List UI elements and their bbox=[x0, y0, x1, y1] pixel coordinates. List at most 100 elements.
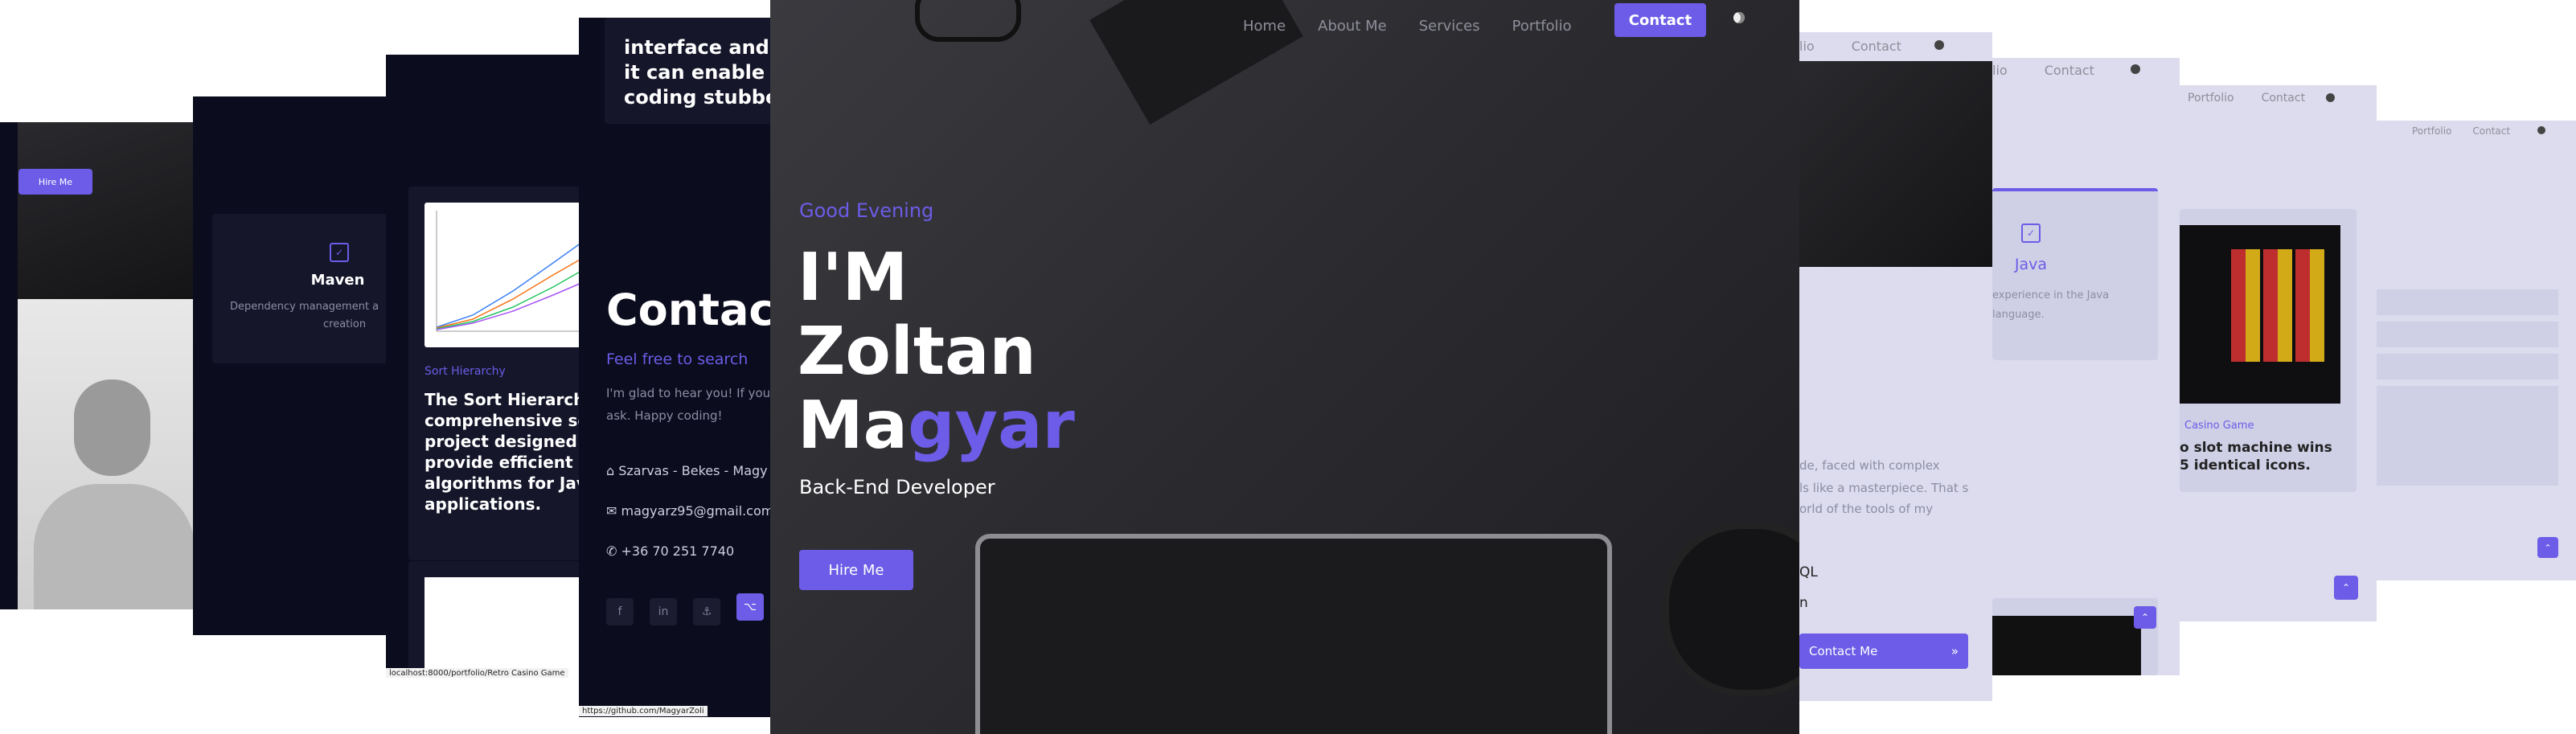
moon-icon[interactable] bbox=[2537, 126, 2545, 134]
email-row: ✉ magyarz95@gmail.com bbox=[606, 503, 772, 519]
project-thumbnail bbox=[425, 577, 583, 678]
phone-text[interactable]: +36 70 251 7740 bbox=[621, 543, 735, 559]
slot-machine-thumbnail bbox=[1992, 616, 2141, 675]
nav-contact[interactable]: Contact bbox=[2262, 92, 2305, 105]
skills-text-3: orld of the tools of my bbox=[1799, 502, 1934, 516]
facebook-icon[interactable]: f bbox=[606, 598, 634, 625]
link-icon[interactable]: ⚓ bbox=[693, 598, 720, 625]
check-badge-icon: ✓ bbox=[2021, 223, 2041, 243]
service-card: ✓ Maven Dependency management a creation bbox=[212, 214, 390, 363]
hire-me-button[interactable]: Hire Me bbox=[18, 169, 92, 195]
skill-card: ✓ Java experience in the Java language. bbox=[1992, 188, 2158, 360]
screenshot-about-photo: Hire Me bbox=[0, 122, 197, 609]
slot-machine-image bbox=[2180, 225, 2340, 404]
service-title: Maven bbox=[310, 272, 365, 289]
screenshot-skills: lio Contact de, faced with complex ls li… bbox=[1799, 32, 1992, 701]
contact-title: Contact bbox=[606, 285, 772, 335]
nav-services[interactable]: Services bbox=[1419, 18, 1480, 35]
skills-text-2: ls like a masterpiece. That s bbox=[1799, 481, 1969, 495]
moon-icon[interactable] bbox=[2131, 64, 2140, 74]
nav-links: Portfolio Contact bbox=[2412, 125, 2510, 137]
scroll-top-button[interactable]: ⌃ bbox=[2134, 606, 2156, 629]
line-chart-thumbnail bbox=[436, 211, 582, 332]
nav-contact[interactable]: Contact bbox=[2045, 63, 2094, 78]
project-category: Casino Game bbox=[2184, 420, 2254, 432]
skill-desc-2: language. bbox=[1992, 309, 2045, 321]
portfolio-card: Casino Game o slot machine wins 5 identi… bbox=[2180, 209, 2357, 492]
moon-icon[interactable] bbox=[2326, 93, 2335, 102]
nav-portfolio[interactable]: lio bbox=[1799, 39, 1815, 54]
moon-icon[interactable] bbox=[1733, 12, 1745, 23]
nav-links: Portfolio Contact bbox=[2188, 92, 2305, 105]
nav-portfolio[interactable]: Portfolio bbox=[2412, 125, 2451, 137]
message-textarea[interactable] bbox=[2377, 386, 2558, 486]
nav-home[interactable]: Home bbox=[1243, 18, 1286, 35]
screenshot-hero: Home About Me Services Portfolio Contact… bbox=[770, 0, 1799, 734]
nav-contact[interactable]: Contact bbox=[1852, 39, 1901, 54]
address-text: Szarvas - Bekes - Magy bbox=[618, 463, 768, 478]
skills-text: de, faced with complex bbox=[1799, 458, 1940, 473]
service-desc: Dependency management a bbox=[230, 301, 379, 313]
contact-subtitle: Feel free to search bbox=[606, 351, 749, 368]
main-nav: Home About Me Services Portfolio bbox=[1243, 10, 1572, 42]
status-bar-url: localhost:8000/portfolio/Retro Casino Ga… bbox=[386, 668, 568, 678]
service-desc-line2: creation bbox=[323, 318, 367, 330]
portfolio-card: Sort Hierarchy The Sort Hierarchy compre… bbox=[408, 187, 583, 560]
skill-item-2: n bbox=[1799, 595, 1808, 611]
hero-background-image bbox=[18, 122, 197, 299]
email-text[interactable]: magyarz95@gmail.com bbox=[621, 503, 773, 519]
nav-portfolio[interactable]: lio bbox=[1992, 63, 2008, 78]
skill-desc: experience in the Java bbox=[1992, 289, 2110, 301]
hero-name-first: Zoltan bbox=[798, 314, 1036, 390]
project-title: o slot machine wins 5 identical icons. bbox=[2180, 440, 2332, 474]
portrait-photo bbox=[18, 299, 197, 609]
skill-title: Java bbox=[2014, 256, 2048, 273]
moon-icon[interactable] bbox=[1934, 40, 1944, 50]
nav-contact[interactable]: Contact bbox=[2472, 125, 2510, 137]
screenshot-contact: interface and th it can enable ov coding… bbox=[579, 18, 772, 717]
project-title: The Sort Hierarchy comprehensive sof pro… bbox=[425, 390, 583, 514]
nav-portfolio[interactable]: Portfolio bbox=[1512, 18, 1572, 35]
contact-nav-button[interactable]: Contact bbox=[1614, 3, 1706, 37]
hero-hire-button[interactable]: Hire Me bbox=[799, 550, 913, 590]
hero-line1: I'M bbox=[798, 240, 909, 316]
skill-item: QL bbox=[1799, 564, 1818, 580]
phone-row: ✆ +36 70 251 7740 bbox=[606, 543, 734, 559]
subject-input[interactable] bbox=[2377, 354, 2558, 379]
screenshot-skill-cards: lio Contact ✓ Java experience in the Jav… bbox=[1992, 58, 2180, 675]
laptop-decoration bbox=[975, 534, 1612, 734]
hero-name-last: Magyar bbox=[798, 388, 1075, 464]
nav-links: lio Contact bbox=[1799, 39, 1901, 54]
mail-icon: ✉ bbox=[606, 503, 617, 519]
scroll-top-button[interactable]: ⌃ bbox=[2537, 537, 2558, 558]
email-input[interactable] bbox=[2377, 322, 2558, 347]
project-chart-image bbox=[425, 203, 583, 347]
address-row: ⌂ Szarvas - Bekes - Magy bbox=[606, 463, 768, 478]
home-icon: ⌂ bbox=[606, 463, 615, 478]
portfolio-card: ⌃ bbox=[1992, 598, 2158, 675]
cup-decoration bbox=[1663, 523, 1799, 696]
contact-description: I'm glad to hear you! If you bbox=[606, 386, 771, 400]
check-badge-icon: ✓ bbox=[330, 243, 349, 262]
hero-role: Back-End Developer bbox=[799, 476, 995, 498]
name-input[interactable] bbox=[2377, 289, 2558, 315]
screenshot-casino-portfolio: Portfolio Contact Casino Game o slot mac… bbox=[2180, 85, 2377, 621]
greeting: Good Evening bbox=[799, 199, 934, 222]
github-icon[interactable]: ⌥ bbox=[736, 593, 764, 621]
nav-portfolio[interactable]: Portfolio bbox=[2188, 92, 2234, 105]
nav-about[interactable]: About Me bbox=[1318, 18, 1387, 35]
double-chevron-up-icon: » bbox=[1950, 644, 1959, 658]
project-category: Sort Hierarchy bbox=[425, 365, 506, 378]
scroll-top-button[interactable]: ⌃ bbox=[2334, 576, 2358, 600]
hero-image-strip bbox=[1799, 61, 1992, 267]
phone-icon: ✆ bbox=[606, 543, 617, 559]
linkedin-icon[interactable]: in bbox=[650, 598, 677, 625]
status-bar-url: https://github.com/MagyarZoli bbox=[579, 706, 708, 716]
contact-description-line2: ask. Happy coding! bbox=[606, 408, 723, 423]
screenshot-portfolio: Sort Hierarchy The Sort Hierarchy compre… bbox=[386, 55, 583, 678]
nav-links: lio Contact bbox=[1992, 63, 2094, 78]
intro-text: interface and th it can enable ov coding… bbox=[624, 36, 772, 109]
portfolio-card-2 bbox=[408, 561, 583, 678]
glasses-decoration bbox=[915, 0, 1021, 42]
contact-me-button[interactable]: Contact Me » bbox=[1799, 634, 1968, 669]
